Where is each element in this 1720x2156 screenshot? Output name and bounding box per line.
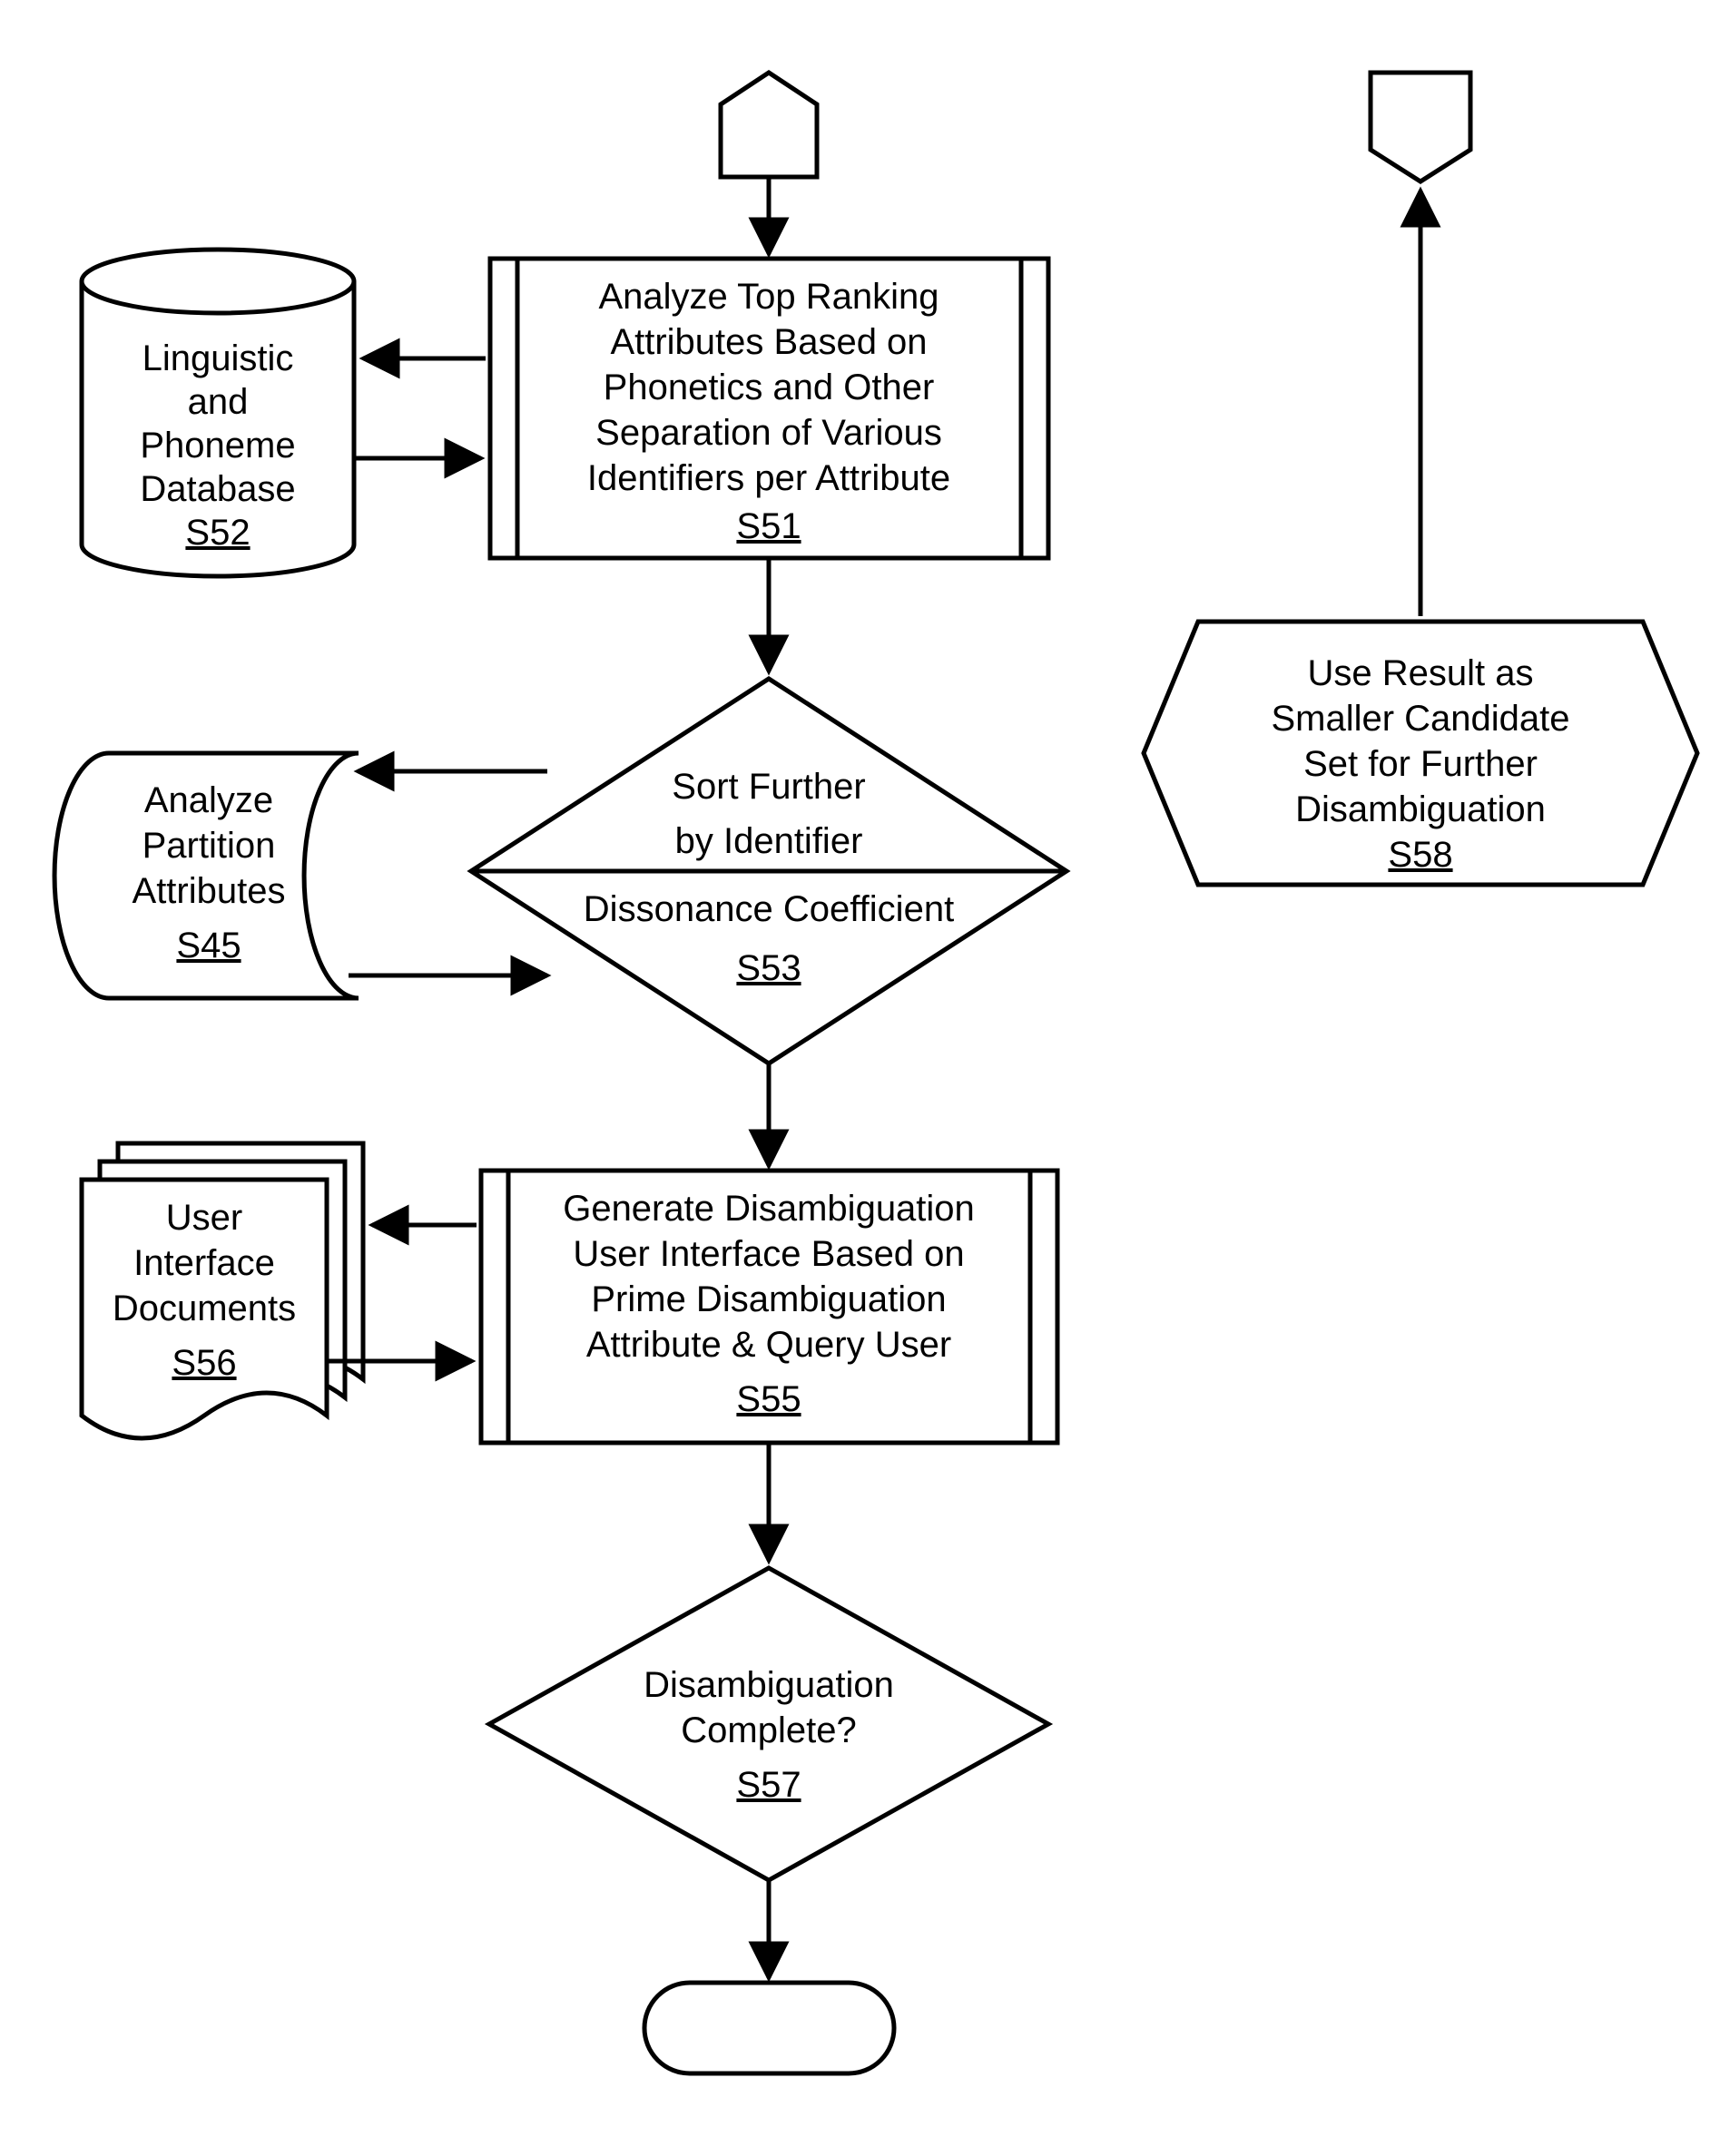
s53-line2: by Identifier xyxy=(675,821,863,861)
decision-s57: Disambiguation Complete? S57 xyxy=(489,1568,1048,1880)
s52-line1: Linguistic xyxy=(143,338,294,378)
s52-line2: and xyxy=(188,382,249,422)
s56-line1: User xyxy=(166,1198,242,1238)
s55-line4: Attribute & Query User xyxy=(586,1325,951,1365)
s55-line2: User Interface Based on xyxy=(573,1234,964,1274)
s52-line3: Phoneme xyxy=(140,426,295,466)
s51-line3: Phonetics and Other xyxy=(604,368,935,407)
s52-step: S52 xyxy=(185,513,250,553)
flowchart-diagram: Linguistic and Phoneme Database S52 Anal… xyxy=(0,0,1720,2156)
s55-step: S55 xyxy=(736,1379,801,1419)
s51-step: S51 xyxy=(736,506,801,546)
s56-line3: Documents xyxy=(113,1289,296,1328)
s58-line4: Disambiguation xyxy=(1295,789,1546,829)
s45-step: S45 xyxy=(176,926,241,965)
s45-line3: Attributes xyxy=(133,871,286,911)
s53-line3: Dissonance Coefficient xyxy=(584,889,954,929)
s51-line2: Attributes Based on xyxy=(610,322,927,362)
s57-line2: Complete? xyxy=(681,1710,856,1750)
s56-step: S56 xyxy=(172,1343,236,1383)
database-s52: Linguistic and Phoneme Database S52 xyxy=(82,250,354,576)
s55-line3: Prime Disambiguation xyxy=(591,1279,946,1319)
terminator-icon xyxy=(644,1983,894,2073)
s53-line1: Sort Further xyxy=(672,767,865,807)
sort-s53: Sort Further by Identifier Dissonance Co… xyxy=(471,679,1066,1063)
s45-line2: Partition xyxy=(143,826,276,866)
s51-line1: Analyze Top Ranking xyxy=(598,277,939,317)
s51-line4: Separation of Various xyxy=(595,413,942,453)
process-s51: Analyze Top Ranking Attributes Based on … xyxy=(490,259,1048,558)
s56-line2: Interface xyxy=(133,1243,275,1283)
s58-step: S58 xyxy=(1388,835,1452,875)
s58-line1: Use Result as xyxy=(1308,653,1534,693)
s55-line1: Generate Disambiguation xyxy=(563,1189,975,1229)
s58-line2: Smaller Candidate xyxy=(1271,699,1569,739)
s58-line3: Set for Further xyxy=(1303,744,1538,784)
documents-s56: User Interface Documents S56 xyxy=(82,1143,363,1438)
offpage-connector-icon xyxy=(1371,73,1470,181)
s51-line5: Identifiers per Attribute xyxy=(587,458,950,498)
process-s55: Generate Disambiguation User Interface B… xyxy=(481,1171,1057,1443)
s45-line1: Analyze xyxy=(144,780,273,820)
s57-step: S57 xyxy=(736,1765,801,1805)
s57-line1: Disambiguation xyxy=(644,1665,894,1705)
preparation-s58: Use Result as Smaller Candidate Set for … xyxy=(1144,622,1697,885)
data-s45: Analyze Partition Attributes S45 xyxy=(54,753,359,998)
s53-step: S53 xyxy=(736,948,801,988)
s52-line4: Database xyxy=(140,469,295,509)
start-connector-icon xyxy=(721,73,817,177)
